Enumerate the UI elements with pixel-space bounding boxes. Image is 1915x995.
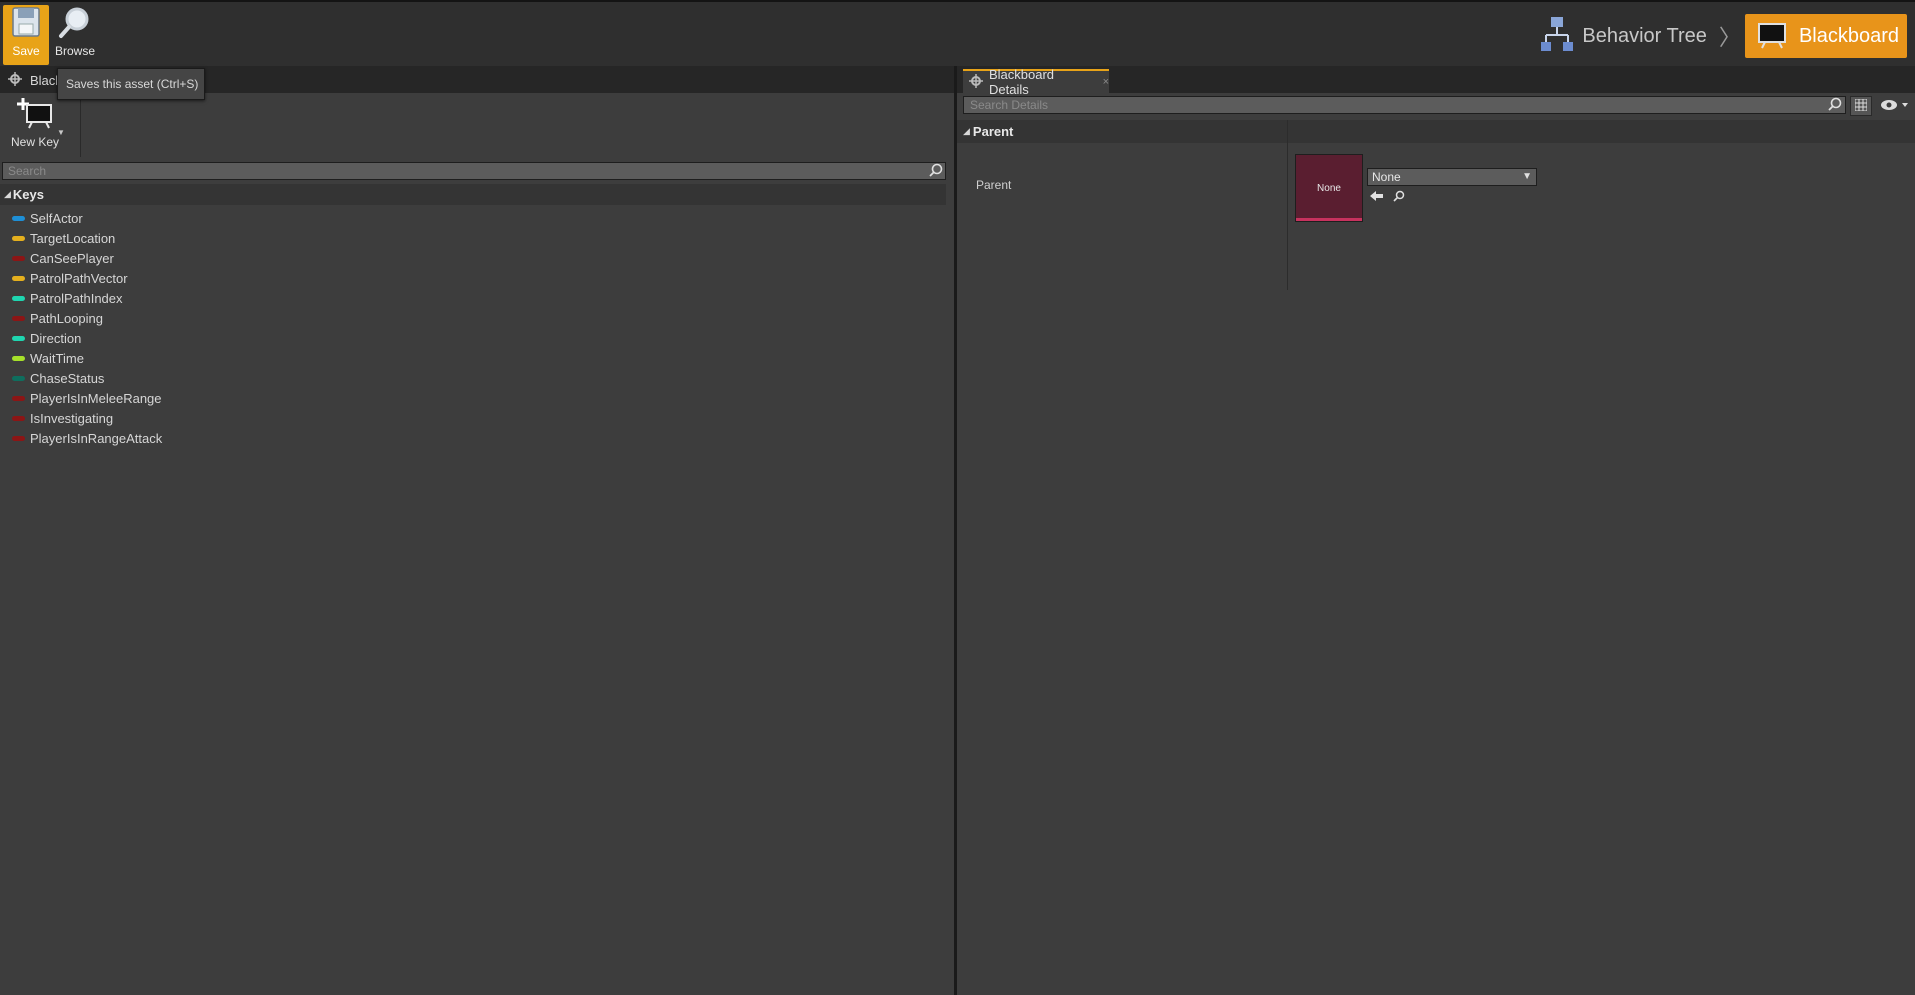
blackboard-mode-button[interactable]: Blackboard <box>1744 14 1907 58</box>
key-type-pill-icon <box>12 275 25 281</box>
key-type-pill-icon <box>12 435 25 441</box>
behavior-tree-mode-label: Behavior Tree <box>1582 24 1707 47</box>
collapse-triangle-icon: ◢ <box>963 126 970 136</box>
close-tab-icon[interactable]: × <box>1103 76 1109 88</box>
mode-switcher: Behavior Tree 〉 Blackboard <box>1532 14 1907 58</box>
key-name: ChaseStatus <box>30 370 105 386</box>
key-type-pill-icon <box>12 315 25 321</box>
key-type-pill-icon <box>12 395 25 401</box>
key-name: CanSeePlayer <box>30 250 114 266</box>
key-name: PlayerIsInMeleeRange <box>30 390 162 406</box>
list-item[interactable]: IsInvestigating <box>12 408 162 428</box>
save-button[interactable]: Save <box>3 5 49 65</box>
key-name: PatrolPathIndex <box>30 290 123 306</box>
key-type-pill-icon <box>12 255 25 261</box>
tab-blackboard-details-label: Blackboard Details <box>989 67 1055 97</box>
key-type-pill-icon <box>12 235 25 241</box>
tab-blackboard-details[interactable]: Blackboard Details × <box>963 67 1109 97</box>
key-name: SelfActor <box>30 210 83 226</box>
keys-toolbar: New Key ▼ <box>0 93 954 161</box>
keys-category-header[interactable]: ◢ Keys <box>0 184 946 205</box>
parent-asset-value: None <box>1372 170 1401 184</box>
key-type-pill-icon <box>12 375 25 381</box>
list-item[interactable]: SelfActor <box>12 208 162 228</box>
list-item[interactable]: PatrolPathVector <box>12 268 162 288</box>
list-item[interactable]: Direction <box>12 328 162 348</box>
keys-header-label: Keys <box>12 187 44 202</box>
new-key-icon <box>15 97 55 132</box>
list-item[interactable]: WaitTime <box>12 348 162 368</box>
blackboard-panel: Blackboard New Key ▼ Search <box>0 66 954 995</box>
key-name: PatrolPathVector <box>30 270 128 286</box>
list-item[interactable]: TargetLocation <box>12 228 162 248</box>
keys-list: SelfActor TargetLocation CanSeePlayer Patro… <box>12 208 162 448</box>
blackboard-mode-label: Blackboard <box>1798 24 1899 47</box>
search-icon <box>929 163 943 180</box>
new-key-label: New Key <box>10 135 60 149</box>
blackboard-icon <box>1757 21 1787 52</box>
search-icon <box>1828 97 1842 114</box>
list-item[interactable]: PlayerIsInMeleeRange <box>12 388 162 408</box>
chevron-down-icon: ▼ <box>1522 171 1532 182</box>
details-search-placeholder: Search Details <box>970 98 1049 112</box>
new-key-button[interactable]: New Key <box>4 97 66 155</box>
breadcrumb-chevron-icon: 〉 <box>1718 25 1741 50</box>
asset-thumbnail[interactable]: None <box>1295 154 1363 222</box>
save-tooltip: Saves this asset (Ctrl+S) <box>57 68 205 100</box>
view-options-button[interactable] <box>1878 97 1912 115</box>
column-divider[interactable] <box>1287 120 1288 290</box>
parent-property-label: Parent <box>976 178 1012 192</box>
toolbar-divider <box>80 99 81 157</box>
details-search-input[interactable]: Search Details <box>963 96 1846 114</box>
collapse-triangle-icon: ◢ <box>4 189 11 199</box>
key-name: PathLooping <box>30 310 104 326</box>
browse-label: Browse <box>54 44 95 58</box>
parent-category-header[interactable]: ◢ Parent <box>957 120 1915 143</box>
main-toolbar: Save Browse Behavior Tree 〉 Blackboard <box>0 0 1915 66</box>
asset-type-bar <box>1296 218 1362 221</box>
list-item[interactable]: PatrolPathIndex <box>12 288 162 308</box>
key-type-pill-icon <box>12 415 25 421</box>
property-matrix-button[interactable] <box>1850 96 1872 116</box>
key-name: TargetLocation <box>30 230 116 246</box>
keys-search-placeholder: Search <box>8 164 47 178</box>
magnifier-icon <box>57 5 93 42</box>
key-name: WaitTime <box>30 350 84 366</box>
eye-icon <box>1880 99 1910 114</box>
key-name: Direction <box>30 330 82 346</box>
key-type-pill-icon <box>12 215 25 221</box>
list-item[interactable]: PathLooping <box>12 308 162 328</box>
key-type-pill-icon <box>12 335 25 341</box>
parent-category-label: Parent <box>972 124 1014 139</box>
new-key-dropdown-icon[interactable]: ▼ <box>57 128 65 137</box>
parent-asset-combo[interactable]: None ▼ <box>1367 168 1537 186</box>
grid-icon <box>1854 98 1868 114</box>
use-selected-arrow-icon[interactable] <box>1370 190 1384 205</box>
list-item[interactable]: CanSeePlayer <box>12 248 162 268</box>
list-item[interactable]: ChaseStatus <box>12 368 162 388</box>
details-tab-icon <box>969 73 983 91</box>
key-type-pill-icon <box>12 355 25 361</box>
key-type-pill-icon <box>12 295 25 301</box>
key-name: IsInvestigating <box>30 410 114 426</box>
save-label: Save <box>12 44 40 58</box>
browse-button[interactable]: Browse <box>52 5 98 65</box>
browse-asset-search-icon[interactable] <box>1393 190 1405 205</box>
behavior-tree-mode-button[interactable]: Behavior Tree <box>1532 14 1715 58</box>
keys-search-input[interactable]: Search <box>2 162 946 180</box>
asset-thumbnail-text: None <box>1317 182 1341 194</box>
blackboard-tab-icon <box>8 72 22 89</box>
save-icon <box>10 5 42 42</box>
list-item[interactable]: PlayerIsInRangeAttack <box>12 428 162 448</box>
behavior-tree-icon <box>1540 15 1574 58</box>
blackboard-details-panel: Blackboard Details × Search Details ◢ Pa… <box>957 66 1915 995</box>
key-name: PlayerIsInRangeAttack <box>30 430 163 446</box>
